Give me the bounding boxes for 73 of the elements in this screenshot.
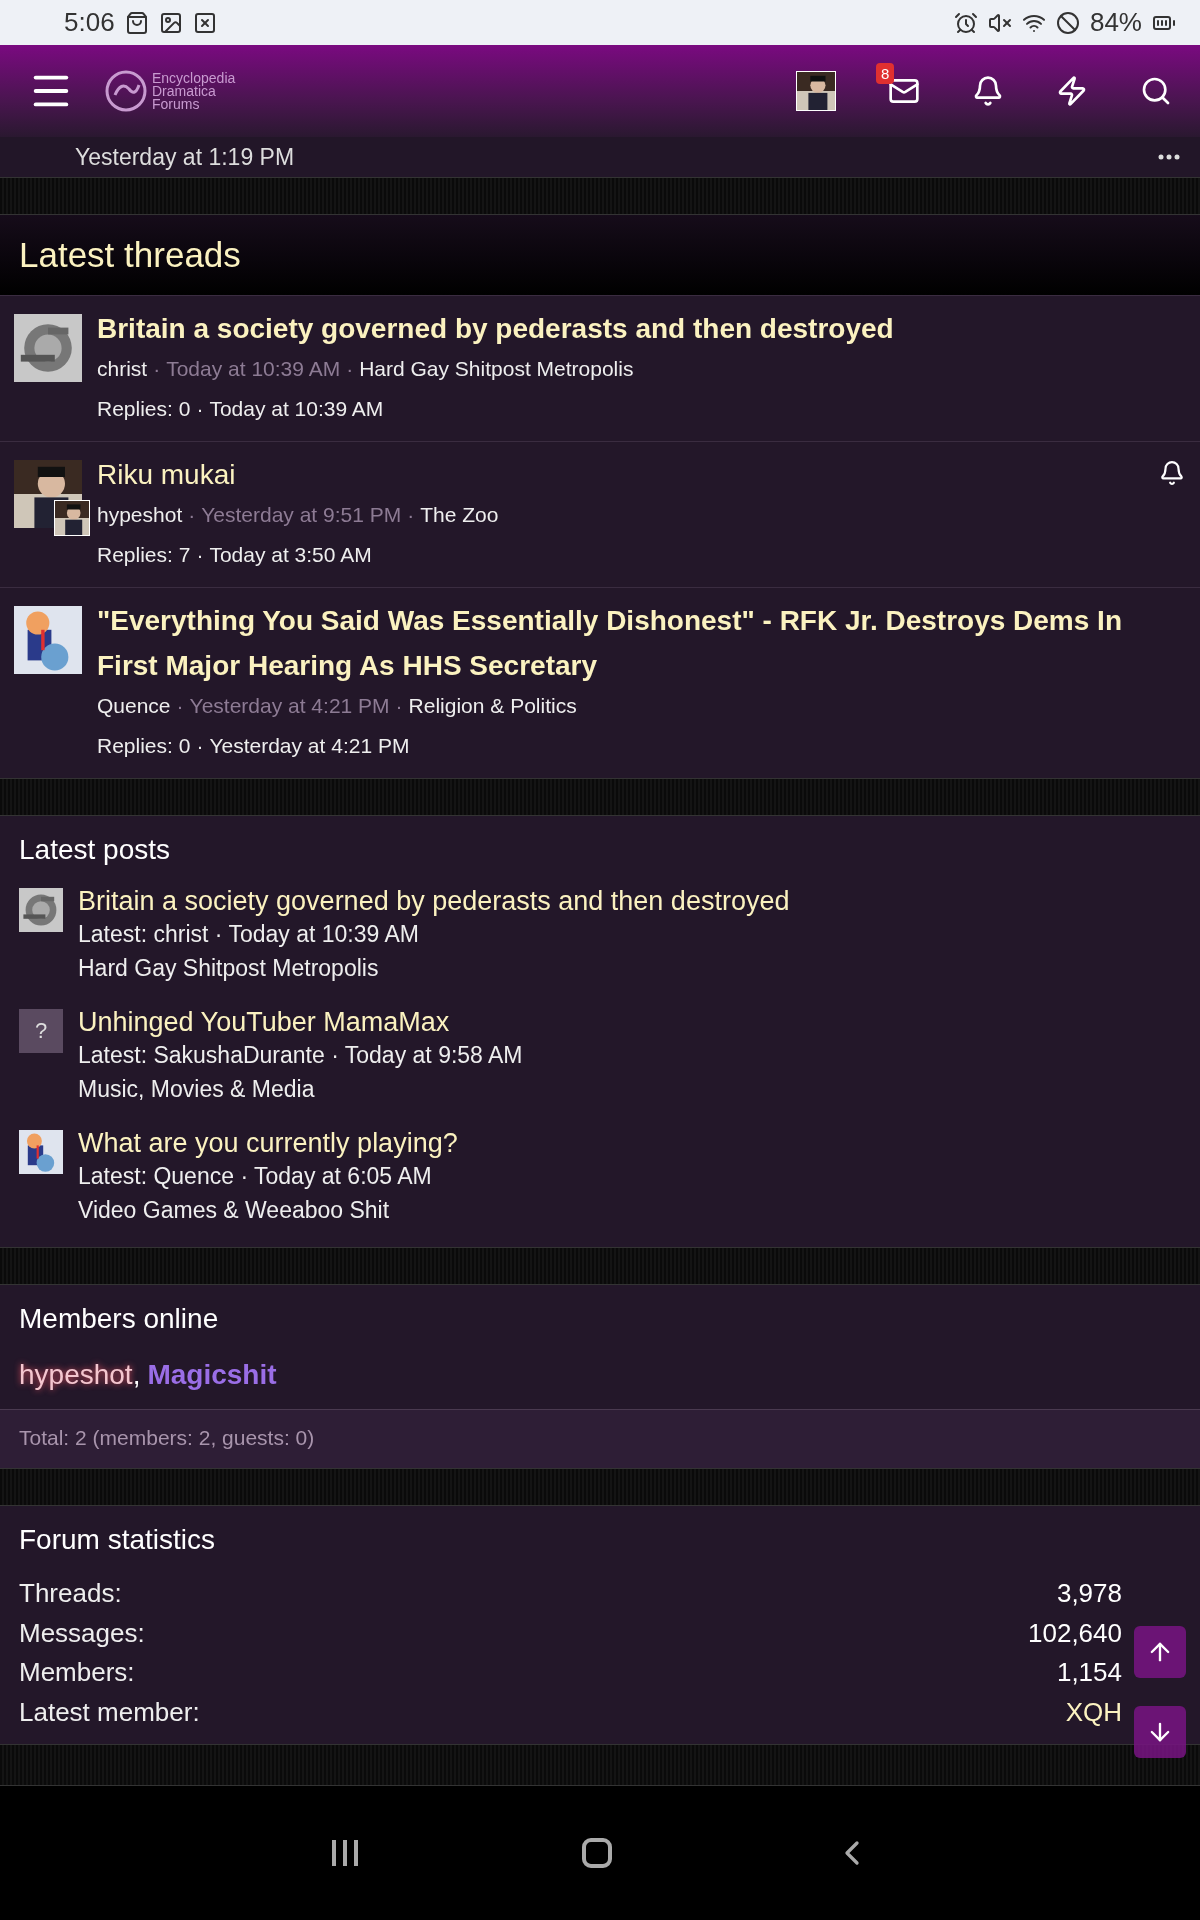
reply-count: Replies: 7	[97, 543, 191, 567]
last-post-date: Today at 3:50 AM	[209, 543, 372, 567]
member-link[interactable]: hypeshot	[19, 1359, 133, 1391]
stat-label: Members:	[19, 1657, 135, 1689]
image-icon	[158, 10, 183, 35]
stat-value: 102,640	[1028, 1617, 1122, 1649]
notification-badge: 8	[876, 63, 895, 84]
search-icon[interactable]	[1140, 75, 1172, 107]
battery-level: 84%	[1089, 7, 1142, 38]
close-icon	[192, 10, 217, 35]
forum-link[interactable]: Hard Gay Shitpost Metropolis	[78, 951, 790, 985]
post-title[interactable]: What are you currently playing?	[78, 1128, 458, 1159]
thread-title[interactable]: Britain a society governed by pederasts and then destroyed	[97, 306, 894, 351]
blocked-icon	[1055, 10, 1080, 35]
forum-link[interactable]: Video Games & Weeaboo Shit	[78, 1193, 458, 1227]
section-title: Latest threads	[0, 215, 1200, 295]
forum-link[interactable]: Religion & Politics	[408, 694, 577, 718]
bell-icon[interactable]	[972, 75, 1004, 107]
separator-dot: ·	[407, 503, 415, 527]
last-post-date: Today at 10:39 AM	[209, 397, 384, 421]
separator-dot: ·	[196, 543, 204, 567]
lightning-icon[interactable]	[1056, 75, 1088, 107]
reply-count: Replies: 0	[97, 734, 191, 758]
alarm-icon	[953, 10, 978, 35]
separator-dot: ·	[196, 734, 204, 758]
stat-label: Latest member:	[19, 1696, 200, 1728]
latest-post-info: Latest: Quence · Today at 6:05 AM	[78, 1162, 433, 1191]
separator-dot: ·	[196, 397, 204, 421]
thread-title[interactable]: "Everything You Said Was Essentially Dishonest" - RFK Jr. Destroys Dems In First Major Hearing As HHS Secretary	[97, 598, 1185, 688]
logo-text: Encyclopedia Dramatica Forums	[152, 71, 236, 111]
thread-date: Yesterday at 4:21 PM	[189, 694, 390, 718]
more-icon[interactable]	[1158, 154, 1180, 160]
separator-dot: ·	[395, 694, 403, 718]
author-link[interactable]: christ	[97, 357, 148, 381]
separator: ,	[132, 1359, 141, 1391]
section-title: Members online	[18, 1302, 220, 1336]
scroll-down-button[interactable]	[1134, 1706, 1186, 1758]
post-title[interactable]: Britain a society governed by pederasts and then destroyed	[78, 886, 790, 917]
post-title[interactable]: Unhinged YouTuber MamaMax	[78, 1007, 523, 1038]
bell-icon[interactable]	[1159, 460, 1185, 486]
scroll-up-button[interactable]	[1134, 1626, 1186, 1678]
section-title: Forum statistics	[18, 1523, 217, 1557]
separator-dot: ·	[176, 694, 184, 718]
separator-dot: ·	[153, 357, 161, 381]
default-avatar: ?	[19, 1009, 63, 1053]
member-link[interactable]: XQH	[1065, 1696, 1122, 1728]
stat-value: 1,154	[1056, 1657, 1122, 1689]
separator-dot: ·	[188, 503, 196, 527]
online-total: Total: 2 (members: 2, guests: 0)	[0, 1409, 1200, 1468]
thread-date: Today at 10:39 AM	[166, 357, 341, 381]
section-title: Latest posts	[18, 833, 171, 867]
thread-title[interactable]: Riku mukai	[97, 452, 236, 497]
last-post-date: Yesterday at 4:21 PM	[209, 734, 410, 758]
post-date: Yesterday at 1:19 PM	[75, 143, 295, 171]
stat-value: 3,978	[1056, 1578, 1122, 1610]
author-link[interactable]: hypeshot	[97, 503, 183, 527]
clock-time: 5:06	[64, 7, 115, 38]
logo-icon[interactable]	[104, 69, 148, 113]
latest-post-info: Latest: christ · Today at 10:39 AM	[78, 920, 420, 949]
latest-post-info: Latest: SakushaDurante · Today at 9:58 AM	[78, 1041, 523, 1070]
author-link[interactable]: Quence	[97, 694, 171, 718]
separator-dot: ·	[346, 357, 354, 381]
stat-label: Messages:	[19, 1617, 145, 1649]
forum-link[interactable]: Hard Gay Shitpost Metropolis	[359, 357, 634, 381]
thread-date: Yesterday at 9:51 PM	[201, 503, 402, 527]
avatar-button[interactable]	[796, 71, 836, 111]
stat-label: Threads:	[19, 1578, 122, 1610]
forum-link[interactable]: The Zoo	[420, 503, 499, 527]
reply-count: Replies: 0	[97, 397, 191, 421]
home-icon[interactable]	[582, 1838, 612, 1868]
forum-link[interactable]: Music, Movies & Media	[78, 1072, 523, 1106]
member-link[interactable]: Magicshit	[147, 1359, 277, 1391]
bag-icon	[124, 10, 149, 35]
